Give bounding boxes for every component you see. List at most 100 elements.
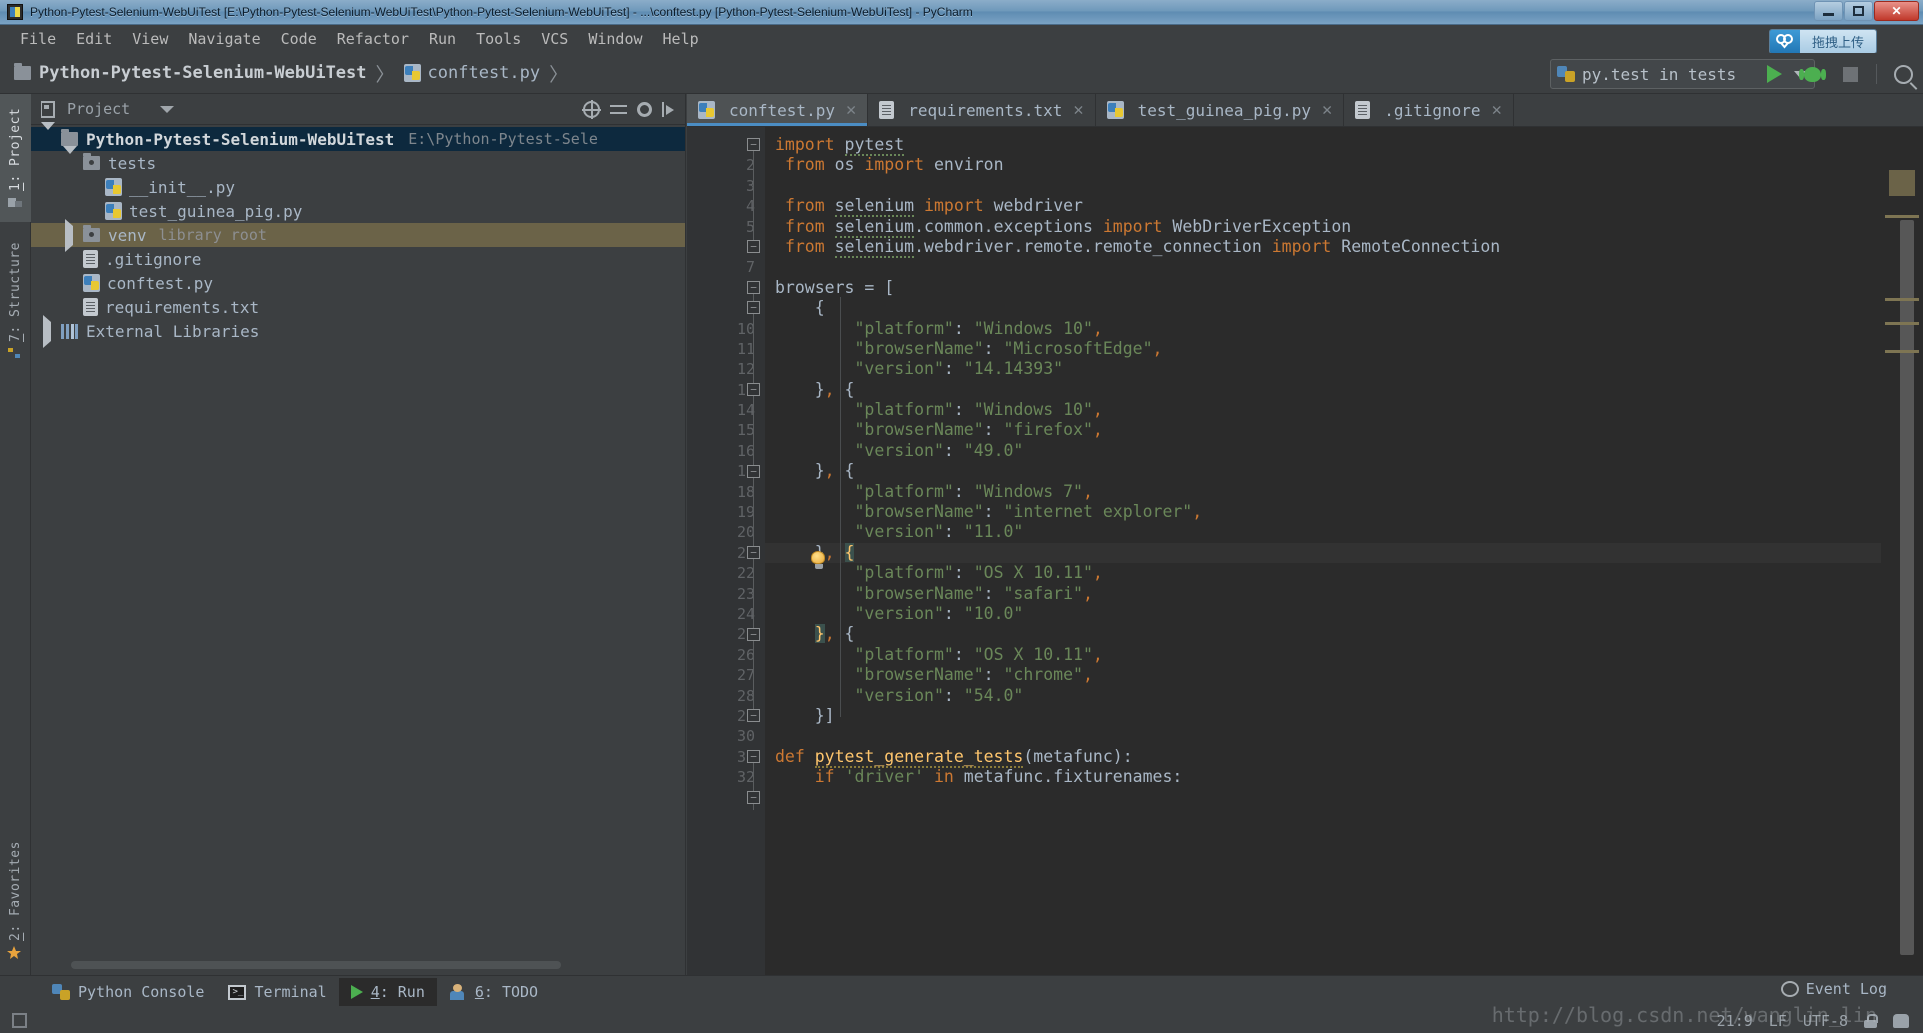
scrollbar-marker-box <box>1889 170 1915 196</box>
chevron-down-icon[interactable] <box>160 106 174 113</box>
scrollbar-mark[interactable] <box>1885 215 1919 218</box>
tree-item-gitignore[interactable]: .gitignore <box>31 247 685 271</box>
code-line-14: "platform": "Windows 10", <box>765 400 1923 420</box>
code-text-area[interactable]: import pytest from os import environ fro… <box>765 127 1923 975</box>
tree-item-venv[interactable]: venv library root <box>31 223 685 247</box>
scrollbar-mark[interactable] <box>1885 322 1919 325</box>
tab-requirements-txt[interactable]: requirements.txt ✕ <box>868 94 1095 126</box>
hide-panel-icon[interactable] <box>662 102 677 117</box>
tool-button-terminal[interactable]: >_ Terminal <box>216 978 338 1006</box>
twisty-collapsed-icon[interactable] <box>61 226 83 245</box>
file-encoding[interactable]: UTF-8 <box>1803 1012 1848 1030</box>
fold-marker-line1[interactable]: − <box>747 138 760 151</box>
menu-item-help[interactable]: Help <box>653 28 709 50</box>
fold-marker-line13[interactable]: − <box>747 383 760 396</box>
project-view-icon <box>41 101 59 118</box>
tree-item-project-root[interactable]: Python-Pytest-Selenium-WebUiTest E:\Pyth… <box>31 127 685 151</box>
minimize-button[interactable] <box>1814 1 1843 21</box>
intention-bulb-icon[interactable] <box>811 551 827 569</box>
tree-item-init-py[interactable]: __init__.py <box>31 175 685 199</box>
close-icon[interactable]: ✕ <box>1492 100 1502 120</box>
menu-item-edit[interactable]: Edit <box>66 28 122 50</box>
tree-item-requirements-txt[interactable]: requirements.txt <box>31 295 685 319</box>
close-icon[interactable]: ✕ <box>1322 100 1332 120</box>
fold-marker-line32[interactable]: − <box>747 791 760 804</box>
fold-marker-line9[interactable]: − <box>747 301 760 314</box>
run-button[interactable] <box>1762 62 1786 86</box>
tree-item-tests[interactable]: tests <box>31 151 685 175</box>
window-controls: ✕ <box>1813 1 1919 21</box>
fold-marker-line17[interactable]: − <box>747 465 760 478</box>
close-icon[interactable]: ✕ <box>1073 100 1083 120</box>
code-line-22: "platform": "OS X 10.11", <box>765 563 1923 583</box>
fold-marker-line21[interactable]: − <box>747 546 760 559</box>
stop-button[interactable] <box>1838 62 1862 86</box>
twisty-collapsed-icon[interactable] <box>39 322 61 341</box>
baidu-upload-widget[interactable]: 拖拽上传 <box>1769 29 1877 54</box>
sidebar-item-project[interactable]: 1: Project <box>0 94 31 222</box>
tool-button-python-console[interactable]: Python Console <box>40 978 216 1006</box>
breadcrumb-file[interactable]: conftest.py <box>404 63 541 83</box>
tool-button-label: 4: Run <box>371 983 425 1001</box>
event-log-button[interactable]: Event Log <box>1781 980 1887 998</box>
menu-item-refactor[interactable]: Refactor <box>327 28 419 50</box>
lock-icon[interactable] <box>1864 1014 1877 1028</box>
scrollbar-mark[interactable] <box>1885 298 1919 301</box>
code-line-8: browsers = [ <box>765 278 1923 298</box>
editor-scrollbar-thumb[interactable] <box>1900 220 1914 955</box>
project-panel-horizontal-scrollbar[interactable] <box>71 961 561 969</box>
search-everywhere-button[interactable] <box>1891 62 1915 86</box>
line-number: 7 <box>687 257 765 277</box>
project-panel-header: Project <box>31 94 685 125</box>
fold-marker-line31[interactable]: − <box>747 750 760 763</box>
gear-icon[interactable] <box>637 102 652 117</box>
sidebar-item-structure[interactable]: 7: Structure <box>0 229 31 374</box>
sidebar-item-favorites[interactable]: 2: Favorites <box>0 825 31 975</box>
event-log-label: Event Log <box>1806 980 1887 998</box>
caret-position[interactable]: 21:9 <box>1717 1012 1753 1030</box>
close-button[interactable]: ✕ <box>1874 1 1919 21</box>
tool-button-label: Terminal <box>254 983 326 1001</box>
tab-test-guinea-pig-py[interactable]: test_guinea_pig.py ✕ <box>1096 94 1345 126</box>
code-line-13: }, { <box>765 380 1923 400</box>
fold-marker-line29[interactable]: − <box>747 709 760 722</box>
cloud-upload-icon <box>1770 30 1800 53</box>
tree-item-test-guinea-pig-py[interactable]: test_guinea_pig.py <box>31 199 685 223</box>
power-save-icon[interactable] <box>1893 1014 1909 1028</box>
menu-item-code[interactable]: Code <box>271 28 327 50</box>
maximize-button[interactable] <box>1844 1 1873 21</box>
tree-item-external-libraries[interactable]: External Libraries <box>31 319 685 343</box>
fold-marker-line6[interactable]: − <box>747 240 760 253</box>
collapse-all-icon[interactable] <box>610 101 627 118</box>
debug-button[interactable] <box>1800 62 1824 86</box>
bottom-tool-bar: Python Console >_ Terminal 4: Run 6: TOD… <box>0 975 1923 1008</box>
tab-gitignore[interactable]: .gitignore ✕ <box>1344 94 1514 126</box>
menu-item-file[interactable]: File <box>10 28 66 50</box>
breadcrumb-project[interactable]: Python-Pytest-Selenium-WebUiTest <box>14 63 367 83</box>
tab-conftest-py[interactable]: conftest.py ✕ <box>687 94 868 126</box>
stop-icon <box>1843 67 1858 82</box>
fold-marker-line25[interactable]: − <box>747 628 760 641</box>
twisty-expanded-icon[interactable] <box>39 130 61 149</box>
editor-gutter[interactable]: 1 2 3 4 5 6 7 8 9 10 11 12 13 14 15 16 1… <box>687 127 765 975</box>
line-separator[interactable]: LF <box>1769 1012 1787 1030</box>
fold-marker-line8[interactable]: − <box>747 281 760 294</box>
menu-item-view[interactable]: View <box>122 28 178 50</box>
menu-item-window[interactable]: Window <box>578 28 652 50</box>
tool-button-todo[interactable]: 6: TODO <box>437 978 550 1006</box>
terminal-icon: >_ <box>228 985 246 1000</box>
menu-item-navigate[interactable]: Navigate <box>178 28 270 50</box>
scrollbar-mark[interactable] <box>1885 350 1919 353</box>
fold-line <box>753 145 754 248</box>
close-icon[interactable]: ✕ <box>846 100 856 120</box>
scroll-from-source-icon[interactable] <box>583 101 600 118</box>
editor-scrollbar-strip[interactable] <box>1881 160 1923 1008</box>
menu-item-run[interactable]: Run <box>419 28 466 50</box>
menu-item-tools[interactable]: Tools <box>466 28 531 50</box>
twisty-expanded-icon[interactable] <box>61 154 83 173</box>
toggle-toolwindows-icon[interactable] <box>12 1013 27 1028</box>
code-line-4: from selenium import webdriver <box>765 196 1923 216</box>
menu-item-vcs[interactable]: VCS <box>531 28 578 50</box>
tree-item-conftest-py[interactable]: conftest.py <box>31 271 685 295</box>
tool-button-run[interactable]: 4: Run <box>339 978 437 1006</box>
